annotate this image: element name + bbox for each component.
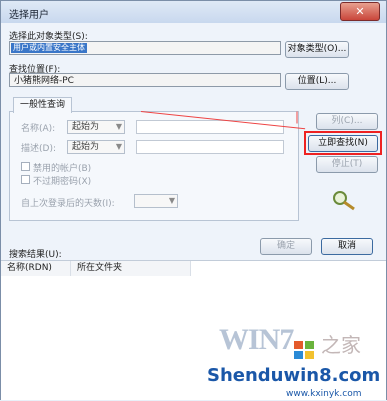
title-bar: 选择用户 ✕ — [1, 1, 386, 23]
location-field: 小猪熊网络-PC — [9, 73, 281, 87]
watermark-win-text: WIN7 — [219, 323, 294, 356]
search-magnifier-icon — [333, 191, 355, 211]
days-since-logon-label: 自上次登录后的天数(I): — [21, 199, 115, 209]
watermark-home-text: 之家 — [321, 333, 361, 357]
location-value: 小猪熊网络-PC — [14, 76, 74, 86]
description-mode-select[interactable]: 起始为 ▼ — [67, 140, 125, 154]
locations-button[interactable]: 位置(L)... — [285, 73, 349, 90]
chevron-down-icon: ▼ — [115, 122, 122, 131]
ok-button[interactable]: 确定 — [260, 238, 312, 255]
non-expiring-password-checkbox[interactable] — [21, 175, 30, 184]
search-results-label: 搜索结果(U): — [9, 250, 62, 260]
stop-button[interactable]: 停止(T) — [316, 156, 378, 173]
chevron-down-icon: ▼ — [115, 142, 122, 151]
column-header-folder[interactable]: 所在文件夹 — [71, 261, 191, 276]
description-label: 描述(D): — [21, 144, 56, 154]
name-mode-value: 起始为 — [72, 122, 100, 132]
chevron-down-icon: ▼ — [168, 196, 175, 205]
name-input[interactable] — [136, 120, 284, 134]
annotation-line — [296, 111, 298, 124]
object-types-button[interactable]: 对象类型(O)... — [285, 41, 349, 58]
columns-button[interactable]: 列(C)... — [316, 113, 378, 130]
column-header-name[interactable]: 名称(RDN) — [1, 261, 71, 276]
object-type-field: 用户或内置安全主体 — [9, 41, 281, 55]
description-input[interactable] — [136, 140, 284, 154]
watermark-logo: WIN7 之家 Shenduwin8.com www.kxinyk.com — [201, 323, 386, 401]
close-button[interactable]: ✕ — [340, 2, 380, 21]
cancel-button[interactable]: 取消 — [321, 238, 373, 255]
name-mode-select[interactable]: 起始为 ▼ — [67, 120, 125, 134]
name-label: 名称(A): — [21, 124, 56, 134]
description-mode-value: 起始为 — [72, 142, 100, 152]
select-users-dialog: 选择用户 ✕ 选择此对象类型(S): 用户或内置安全主体 对象类型(O)... … — [0, 0, 387, 400]
window-title: 选择用户 — [9, 10, 49, 21]
watermark-site-text: Shenduwin8.com — [207, 365, 381, 386]
days-since-logon-select[interactable]: ▼ — [134, 194, 178, 208]
tab-common-queries[interactable]: 一般性查询 — [13, 97, 73, 113]
object-type-value: 用户或内置安全主体 — [11, 43, 87, 53]
watermark-url-text: www.kxinyk.com — [286, 389, 362, 399]
disabled-accounts-checkbox[interactable] — [21, 162, 30, 171]
highlight-box — [304, 131, 382, 155]
windows-flag-icon — [294, 341, 314, 359]
non-expiring-password-label: 不过期密码(X) — [33, 177, 92, 187]
disabled-accounts-label: 禁用的帐户(B) — [33, 164, 92, 174]
